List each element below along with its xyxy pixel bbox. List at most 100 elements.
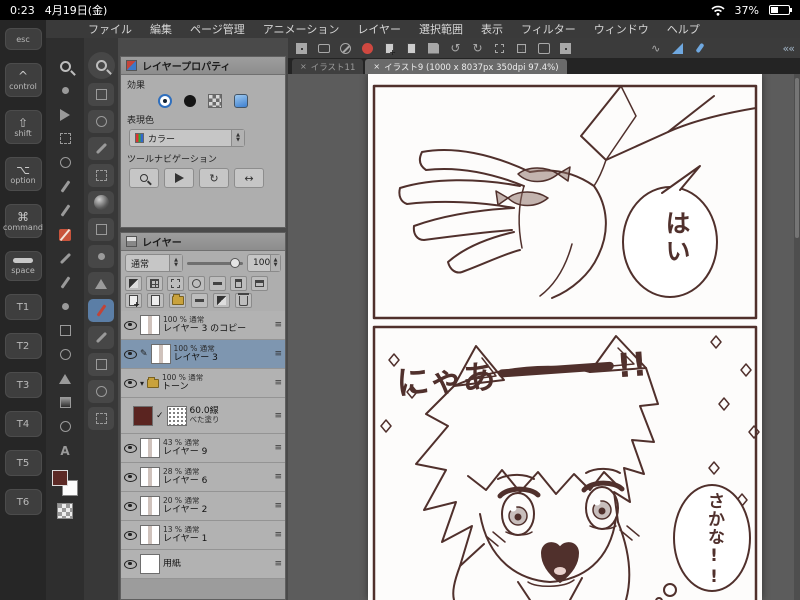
- paper-layer-row[interactable]: 用紙 ≡: [121, 550, 285, 579]
- visibility-eye-icon[interactable]: [124, 320, 137, 330]
- sub-tool-icon[interactable]: [88, 272, 114, 295]
- sub-tool-icon[interactable]: [88, 353, 114, 376]
- lock-button[interactable]: [167, 276, 184, 291]
- drag-handle-icon[interactable]: ≡: [274, 378, 282, 388]
- key-command[interactable]: ⌘ command: [3, 204, 43, 238]
- selection-tool-icon[interactable]: [54, 128, 76, 149]
- visibility-eye-icon[interactable]: [124, 501, 137, 511]
- tab-illustration-11[interactable]: × イラスト11: [292, 59, 364, 74]
- key-shift[interactable]: ⇧ shift: [4, 110, 42, 144]
- fill-tool-icon[interactable]: [54, 368, 76, 389]
- layer-row[interactable]: 28 % 通常 レイヤー 6 ≡: [121, 463, 285, 492]
- key-t1[interactable]: T1: [4, 294, 42, 320]
- touch-gesture-off-icon[interactable]: [338, 41, 353, 55]
- drag-handle-icon[interactable]: ≡: [274, 559, 282, 569]
- pencil-tool-icon[interactable]: [54, 248, 76, 269]
- key-esc[interactable]: esc: [4, 28, 42, 50]
- move-tool-icon[interactable]: [54, 80, 76, 101]
- visibility-eye-icon[interactable]: [124, 378, 137, 388]
- set-ruler-button[interactable]: [209, 276, 226, 291]
- record-icon[interactable]: [360, 41, 375, 55]
- new-vector-layer-button[interactable]: [147, 293, 164, 308]
- close-tab-icon[interactable]: ×: [300, 62, 307, 71]
- sub-tool-icon[interactable]: [88, 164, 114, 187]
- transfer-layer-button[interactable]: [191, 293, 208, 308]
- snap-pin-icon[interactable]: [692, 41, 707, 55]
- operation-tool-icon[interactable]: [54, 104, 76, 125]
- active-sub-tool-pen-icon[interactable]: [88, 299, 114, 322]
- color-swatches[interactable]: [52, 470, 78, 496]
- key-space[interactable]: space: [4, 251, 42, 281]
- open-canvas-icon[interactable]: [404, 41, 419, 55]
- visibility-eye-icon[interactable]: [124, 530, 137, 540]
- drag-handle-icon[interactable]: ≡: [274, 411, 282, 421]
- quick-zoom-icon[interactable]: [87, 52, 115, 79]
- figure-tool-icon[interactable]: [54, 416, 76, 437]
- cut-icon[interactable]: [492, 41, 507, 55]
- mask-button[interactable]: [125, 276, 142, 291]
- menu-animation[interactable]: アニメーション: [263, 21, 340, 37]
- opacity-stepper-icon[interactable]: ▲ ▼: [270, 255, 280, 271]
- tone-effect-icon[interactable]: [184, 95, 196, 107]
- layer-color-effect-icon[interactable]: [234, 94, 248, 108]
- brush-tool-icon[interactable]: [54, 272, 76, 293]
- nav-zoom-button[interactable]: [129, 168, 159, 188]
- grid-toggle-icon[interactable]: [558, 41, 573, 55]
- visibility-eye-icon[interactable]: [124, 349, 137, 359]
- vector-line-icon[interactable]: ∿: [648, 41, 663, 55]
- opacity-value-box[interactable]: 100 ▲ ▼: [247, 254, 281, 272]
- canvas-scrollbar[interactable]: [794, 74, 800, 600]
- menu-file[interactable]: ファイル: [88, 21, 132, 37]
- airbrush-tool-icon[interactable]: [54, 296, 76, 317]
- layer-row[interactable]: 100 % 通常 レイヤー 3 のコピー ≡: [121, 311, 285, 340]
- close-tab-icon[interactable]: ×: [373, 62, 380, 71]
- opacity-slider-thumb[interactable]: [230, 257, 240, 268]
- nav-flip-button[interactable]: ↔: [234, 168, 264, 188]
- ruler-icon[interactable]: [670, 41, 685, 55]
- menu-view[interactable]: 表示: [481, 21, 503, 37]
- copy-icon[interactable]: [514, 41, 529, 55]
- sub-tool-icon[interactable]: [88, 83, 114, 106]
- key-t6[interactable]: T6: [4, 489, 42, 515]
- main-color-swatch[interactable]: [52, 470, 68, 486]
- lasso-tool-icon[interactable]: [54, 152, 76, 173]
- key-control[interactable]: ^ control: [4, 63, 42, 97]
- key-option[interactable]: ⌥ option: [4, 157, 42, 191]
- folder-expand-icon[interactable]: ▾: [140, 379, 144, 388]
- tab-illustration-9-active[interactable]: × イラスト9 (1000 x 8037px 350dpi 97.4%): [365, 59, 567, 74]
- dropdown-stepper-icon[interactable]: ▲ ▼: [231, 130, 244, 146]
- nav-select-button[interactable]: [164, 168, 194, 188]
- text-tool-icon[interactable]: A: [54, 440, 76, 461]
- sub-tool-icon[interactable]: [88, 326, 114, 349]
- drag-handle-icon[interactable]: ≡: [274, 320, 282, 330]
- border-effect-icon[interactable]: [158, 94, 172, 108]
- drag-handle-icon[interactable]: ≡: [274, 443, 282, 453]
- visibility-eye-icon[interactable]: [124, 559, 137, 569]
- material-sphere-icon[interactable]: [88, 191, 114, 214]
- sub-tool-icon[interactable]: [88, 110, 114, 133]
- menu-page-manage[interactable]: ページ管理: [190, 21, 245, 37]
- tone-layer-row[interactable]: ✓ 60.0線 べた塗り ≡: [121, 398, 285, 434]
- merge-layer-button[interactable]: [213, 293, 230, 308]
- expression-color-dropdown[interactable]: カラー ▲ ▼: [129, 129, 245, 147]
- key-t5[interactable]: T5: [4, 450, 42, 476]
- sub-tool-icon[interactable]: [88, 137, 114, 160]
- zoom-tool-icon[interactable]: [54, 56, 76, 77]
- layer-row-selected[interactable]: ✎ 100 % 通常 レイヤー 3 ≡: [121, 340, 285, 369]
- collapse-panels-icon[interactable]: ««: [783, 42, 796, 55]
- tablet-mode-icon[interactable]: [316, 41, 331, 55]
- menu-window[interactable]: ウィンドウ: [594, 21, 649, 37]
- sub-tool-icon[interactable]: [88, 407, 114, 430]
- menu-selection[interactable]: 選択範囲: [419, 21, 463, 37]
- canvas-page[interactable]: はい にゃあ !! さかな!!: [368, 74, 762, 600]
- visibility-eye-icon[interactable]: [124, 443, 137, 453]
- visibility-eye-icon[interactable]: [124, 472, 137, 482]
- transparent-color-swatch[interactable]: [57, 503, 73, 519]
- undo-icon[interactable]: ↺: [448, 41, 463, 55]
- draft-button[interactable]: [230, 276, 247, 291]
- layer-property-header[interactable]: レイヤープロパティ: [121, 57, 285, 75]
- nav-rotate-button[interactable]: ↻: [199, 168, 229, 188]
- marker-tool-icon-selected[interactable]: [54, 224, 76, 245]
- menu-edit[interactable]: 編集: [150, 21, 172, 37]
- drag-handle-icon[interactable]: ≡: [274, 472, 282, 482]
